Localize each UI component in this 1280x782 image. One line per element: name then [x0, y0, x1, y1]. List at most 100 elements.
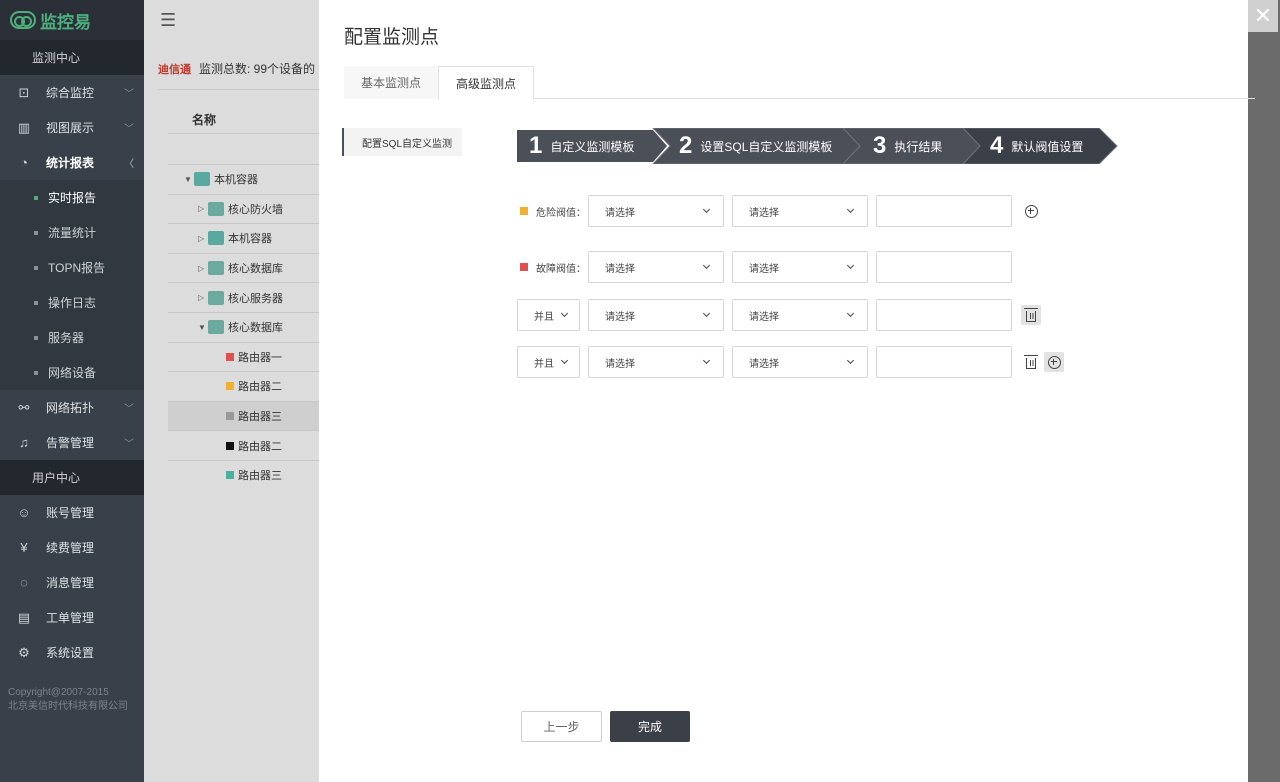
operator-select[interactable]: 请选择 [732, 299, 868, 331]
sidebar-item-messages[interactable]: ◌ 消息管理 [0, 565, 144, 600]
tree-row[interactable]: ▷ 核心防火墙 [168, 193, 319, 224]
tree-row[interactable]: ▼ 本机容器 [168, 164, 319, 194]
tree-row[interactable]: 路由器二 [168, 430, 319, 460]
subitem-label: 网络设备 [48, 366, 97, 380]
sidebar-subitem-server[interactable]: 服务器 [0, 320, 144, 355]
tree-row[interactable]: ▼ 核心数据库 [168, 311, 319, 342]
sidebar-item-tickets[interactable]: ▤ 工单管理 [0, 600, 144, 635]
select-value: 请选择 [749, 311, 779, 323]
sidebar-item-statistics-report[interactable]: ◔ 统计报表 〈 [0, 145, 144, 180]
device-tree-panel: ☰ 迪信通 监测总数: 99个设备的 名称 ▼ 本机容器 ▷ 核心防火墙 ▷ 本机容器 ▷ 核… [144, 0, 319, 782]
step-label: 设置SQL自定义监测模板 [700, 139, 833, 154]
divider [168, 133, 319, 134]
section-monitor-center[interactable]: 监测中心 [0, 40, 144, 75]
tree-node-label: 路由器三 [238, 411, 282, 424]
select-value: 请选择 [749, 263, 779, 275]
tree-row[interactable]: ▷ 核心服务器 [168, 282, 319, 312]
sidebar-subitem-topn[interactable]: TOPN报告 [0, 250, 144, 285]
bar-chart-icon: ▥ [17, 119, 31, 135]
step-label: 执行结果 [894, 139, 943, 154]
expanded-caret-icon[interactable]: ▼ [198, 323, 208, 332]
select-value: 并且 [534, 358, 554, 370]
sidebar-item-topology[interactable]: ⚯ 网络拓扑 ﹀ [0, 390, 144, 425]
add-condition-button[interactable] [1044, 352, 1064, 372]
tree-node-label: 核心数据库 [228, 263, 283, 276]
value-input[interactable] [876, 346, 1012, 378]
value-input[interactable] [876, 299, 1012, 331]
subitem-label: 实时报告 [48, 191, 97, 205]
sidebar-item-account[interactable]: ☺ 账号管理 [0, 495, 144, 530]
fault-operator-select[interactable]: 请选择 [732, 251, 868, 283]
sidebar-subitem-network-device[interactable]: 网络设备 [0, 355, 144, 390]
sidebar-item-label: 视图展示 [46, 121, 95, 135]
danger-metric-select[interactable]: 请选择 [588, 195, 724, 227]
operator-select[interactable]: 请选择 [732, 346, 868, 378]
tab-basic[interactable]: 基本监测点 [344, 66, 439, 99]
delete-condition-button[interactable] [1021, 305, 1041, 325]
pie-chart-icon: ◔ [20, 155, 28, 170]
sidebar-item-settings[interactable]: ⚙ 系统设置 [0, 635, 144, 670]
sidebar-item-label: 网络拓扑 [46, 401, 95, 415]
close-icon[interactable]: ✕ [1248, 0, 1278, 32]
sidebar-item-label: 告警管理 [46, 436, 95, 450]
tab-advanced[interactable]: 高级监测点 [438, 66, 535, 100]
tree-node-label: 本机容器 [214, 174, 258, 187]
status-square-icon [226, 471, 234, 480]
bullet-icon [34, 335, 38, 340]
tree-row[interactable]: ▷ 核心数据库 [168, 252, 319, 283]
tree-row[interactable]: 路由器三 [168, 400, 319, 431]
app-logo[interactable]: 监控易 [0, 0, 144, 40]
step-3[interactable]: 3 执行结果 [873, 128, 942, 164]
step-1[interactable]: 1 自定义监测模板 [529, 128, 634, 164]
step-4[interactable]: 4 默认阀值设置 [990, 128, 1083, 164]
menu-toggle-icon[interactable]: ☰ [144, 0, 319, 40]
sidebar-subitem-traffic[interactable]: 流量统计 [0, 215, 144, 250]
logic-select[interactable]: 并且 [517, 346, 580, 378]
tree-row[interactable]: ▷ 本机容器 [168, 223, 319, 253]
collapsed-caret-icon[interactable]: ▷ [198, 204, 208, 213]
sidebar-subitem-realtime-report[interactable]: 实时报告 [0, 180, 144, 215]
danger-value-input[interactable] [876, 195, 1012, 227]
sidebar-item-alarm[interactable]: ♫ 告警管理 ﹀ [0, 425, 144, 460]
sidebar-subitem-oplog[interactable]: 操作日志 [0, 285, 144, 320]
prev-step-button[interactable]: 上一步 [521, 711, 602, 742]
collapsed-caret-icon[interactable]: ▷ [198, 234, 208, 243]
select-value: 请选择 [749, 358, 779, 370]
tree-row[interactable]: 路由器二 [168, 371, 319, 401]
metric-select[interactable]: 请选择 [588, 346, 724, 378]
delete-condition-button[interactable] [1021, 352, 1041, 372]
tree-row[interactable]: 路由器三 [168, 459, 319, 490]
topology-icon: ⚯ [18, 399, 30, 415]
chat-icon: ◌ [20, 575, 28, 590]
monitor-icon: ⊡ [18, 84, 30, 100]
metric-select[interactable]: 请选择 [588, 299, 724, 331]
sidebar-item-view-display[interactable]: ▥ 视图展示 ﹀ [0, 110, 144, 145]
logic-select[interactable]: 并且 [517, 299, 580, 331]
collapsed-caret-icon[interactable]: ▷ [198, 264, 208, 273]
status-square-icon [226, 441, 234, 450]
collapsed-caret-icon[interactable]: ▷ [198, 293, 208, 302]
select-value: 请选择 [605, 207, 635, 219]
chevron-down-icon: ﹀ [124, 404, 134, 415]
device-icon [194, 172, 210, 187]
sidebar-item-label: 系统设置 [46, 646, 95, 660]
select-value: 请选择 [749, 207, 779, 219]
danger-operator-select[interactable]: 请选择 [732, 195, 868, 227]
done-button[interactable]: 完成 [610, 711, 690, 742]
config-modal: 配置监测点 基本监测点 高级监测点 配置SQL自定义监测 1 自定义监测模板 2设… [319, 0, 1255, 782]
device-icon [208, 261, 224, 276]
fault-threshold-label: 故障阀值： [517, 260, 588, 275]
tree-row[interactable]: 路由器一 [168, 341, 319, 372]
fault-value-input[interactable] [876, 251, 1012, 283]
label-text: 故障阀值： [536, 263, 586, 275]
select-value: 请选择 [605, 311, 635, 323]
expanded-caret-icon[interactable]: ▼ [184, 175, 194, 184]
section-user-center[interactable]: 用户中心 [0, 460, 144, 495]
add-condition-button[interactable] [1021, 201, 1041, 221]
step-2[interactable]: 2 设置SQL自定义监测模板 [679, 128, 832, 164]
sidebar-item-comprehensive-monitor[interactable]: ⊡ 综合监控 ﹀ [0, 75, 144, 110]
sidebar-item-renewal[interactable]: ¥ 续费管理 [0, 530, 144, 565]
tab-bar: 基本监测点 高级监测点 [344, 66, 1255, 100]
left-nav-sql-custom[interactable]: 配置SQL自定义监测 [342, 128, 462, 156]
fault-metric-select[interactable]: 请选择 [588, 251, 724, 283]
